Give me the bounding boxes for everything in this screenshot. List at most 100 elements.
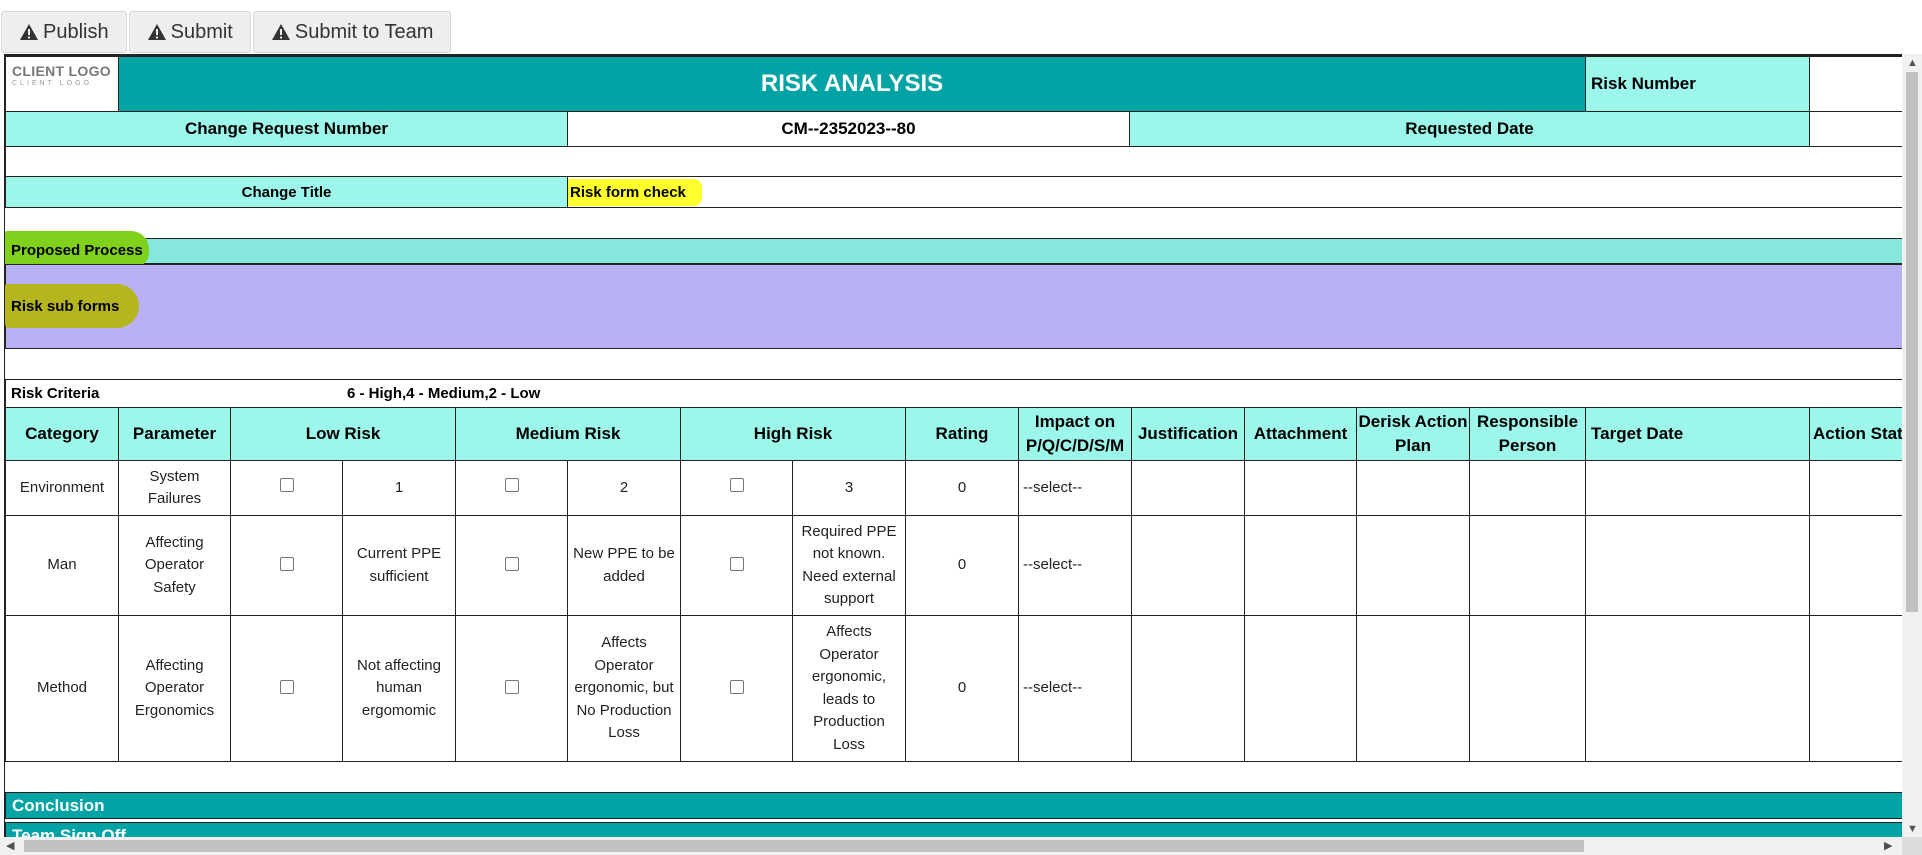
row1-impact-select[interactable]: --select--	[1018, 460, 1132, 516]
row2-responsible-person[interactable]	[1469, 515, 1586, 616]
row3-justification[interactable]	[1131, 615, 1245, 762]
row3-responsible-person[interactable]	[1469, 615, 1586, 762]
change-title-label-cell: Change Title	[5, 176, 568, 208]
row2-high-checkbox[interactable]	[729, 556, 744, 571]
risk-number-label-cell: Risk Number	[1585, 56, 1810, 112]
risk-number-value	[1809, 56, 1903, 112]
risk-number-label: Risk Number	[1591, 74, 1696, 93]
col-impact: Impact on P/Q/C/D/S/M	[1018, 407, 1132, 461]
scroll-left-icon[interactable]: ◀	[6, 839, 14, 853]
submit-button[interactable]: Submit	[128, 11, 251, 53]
row3-impact-select[interactable]: --select--	[1018, 615, 1132, 762]
warning-icon	[20, 24, 38, 40]
row1-low-checkbox[interactable]	[279, 478, 294, 492]
row2-low-checkbox[interactable]	[279, 556, 294, 571]
col-rating: Rating	[905, 407, 1019, 461]
row2-high-text: Required PPE not known. Need external su…	[792, 515, 906, 616]
proposed-process-bar	[5, 238, 1903, 264]
row2-action-status[interactable]	[1809, 515, 1903, 616]
client-logo: CLIENT LOGO CLIENT LOGO	[5, 56, 119, 112]
row3-low-check-cell	[230, 615, 343, 762]
col-attachment: Attachment	[1244, 407, 1357, 461]
row2-medium-text: New PPE to be added	[567, 515, 681, 616]
submit-to-team-label: Submit to Team	[294, 20, 434, 43]
horizontal-scrollbar[interactable]: ◀ ▶	[0, 837, 1902, 855]
row1-derisk-action-plan[interactable]	[1356, 460, 1470, 516]
row1-high-text: 3	[792, 460, 906, 516]
col-medium-risk: Medium Risk	[455, 407, 681, 461]
row3-high-checkbox[interactable]	[729, 679, 744, 694]
row1-action-status[interactable]	[1809, 460, 1903, 516]
row1-low-text: 1	[342, 460, 456, 516]
col-responsible-person: Responsible Person	[1469, 407, 1586, 461]
risk-criteria-value: 6 - High,4 - Medium,2 - Low	[347, 385, 541, 402]
row2-medium-checkbox[interactable]	[504, 556, 519, 571]
logo-text: CLIENT LOGO	[12, 63, 111, 79]
col-action-status: Action Status	[1809, 407, 1903, 461]
crn-value-cell: CM--2352023--80	[567, 111, 1130, 147]
submit-to-team-button[interactable]: Submit to Team	[252, 11, 452, 53]
row3-medium-check-cell	[455, 615, 568, 762]
vertical-scrollbar[interactable]: ▲ ▼	[1902, 54, 1922, 840]
risk-sub-forms-panel	[5, 264, 1903, 349]
row3-derisk-action-plan[interactable]	[1356, 615, 1470, 762]
conclusion-bar[interactable]: Conclusion	[5, 792, 1903, 819]
row3-high-text: Affects Operator ergonomic, leads to Pro…	[792, 615, 906, 762]
row1-responsible-person[interactable]	[1469, 460, 1586, 516]
col-low-risk: Low Risk	[230, 407, 456, 461]
crn-label-cell: Change Request Number	[5, 111, 568, 147]
row2-target-date[interactable]	[1585, 515, 1810, 616]
warning-icon	[147, 24, 166, 40]
requested-date-label-cell: Requested Date	[1129, 111, 1810, 147]
row1-attachment[interactable]	[1244, 460, 1357, 516]
row1-target-date[interactable]	[1585, 460, 1810, 516]
col-derisk-action-plan: Derisk Action Plan	[1356, 407, 1470, 461]
row3-attachment[interactable]	[1244, 615, 1357, 762]
spacer-row	[5, 146, 1903, 177]
row1-parameter: System Failures	[118, 460, 231, 516]
change-title-value: Risk form check	[568, 178, 702, 206]
row1-medium-text: 2	[567, 460, 681, 516]
publish-button[interactable]: Publish	[1, 11, 127, 53]
row3-high-check-cell	[680, 615, 793, 762]
crn-label: Change Request Number	[184, 119, 389, 138]
row3-target-date[interactable]	[1585, 615, 1810, 762]
vertical-scroll-thumb[interactable]	[1906, 72, 1918, 612]
scroll-down-icon[interactable]: ▼	[1907, 822, 1918, 836]
row1-medium-checkbox[interactable]	[504, 478, 519, 492]
col-parameter: Parameter	[118, 407, 231, 461]
conclusion-label: Conclusion	[12, 795, 105, 815]
logo-subtext: CLIENT LOGO	[12, 80, 92, 87]
row2-justification[interactable]	[1131, 515, 1245, 616]
page-title: RISK ANALYSIS	[760, 70, 944, 97]
horizontal-scroll-thumb[interactable]	[24, 840, 1584, 852]
row2-attachment[interactable]	[1244, 515, 1357, 616]
col-target-date: Target Date	[1585, 407, 1810, 461]
toolbar: Publish Submit Submit to Team	[1, 11, 452, 53]
row2-impact-select[interactable]: --select--	[1018, 515, 1132, 616]
row2-low-text: Current PPE sufficient	[342, 515, 456, 616]
risk-criteria-row	[5, 379, 1903, 408]
form-title: RISK ANALYSIS	[118, 56, 1586, 112]
submit-label: Submit	[170, 20, 233, 43]
row2-parameter: Affecting Operator Safety	[118, 515, 231, 616]
scroll-right-icon[interactable]: ▶	[1884, 839, 1892, 853]
proposed-process-label: Proposed Process	[11, 242, 143, 259]
row1-low-check-cell	[230, 460, 343, 516]
col-justification: Justification	[1131, 407, 1245, 461]
warning-icon	[271, 24, 290, 40]
row3-low-checkbox[interactable]	[279, 679, 294, 694]
row3-action-status[interactable]	[1809, 615, 1903, 762]
row1-rating: 0	[905, 460, 1019, 516]
publish-label: Publish	[43, 20, 109, 43]
row2-derisk-action-plan[interactable]	[1356, 515, 1470, 616]
row1-justification[interactable]	[1131, 460, 1245, 516]
col-category: Category	[5, 407, 119, 461]
row3-medium-checkbox[interactable]	[504, 679, 519, 694]
scroll-up-icon[interactable]: ▲	[1907, 56, 1918, 70]
row2-high-check-cell	[680, 515, 793, 616]
row1-high-checkbox[interactable]	[729, 478, 744, 492]
row3-medium-text: Affects Operator ergonomic, but No Produ…	[567, 615, 681, 762]
row1-medium-check-cell	[455, 460, 568, 516]
row1-high-check-cell	[680, 460, 793, 516]
